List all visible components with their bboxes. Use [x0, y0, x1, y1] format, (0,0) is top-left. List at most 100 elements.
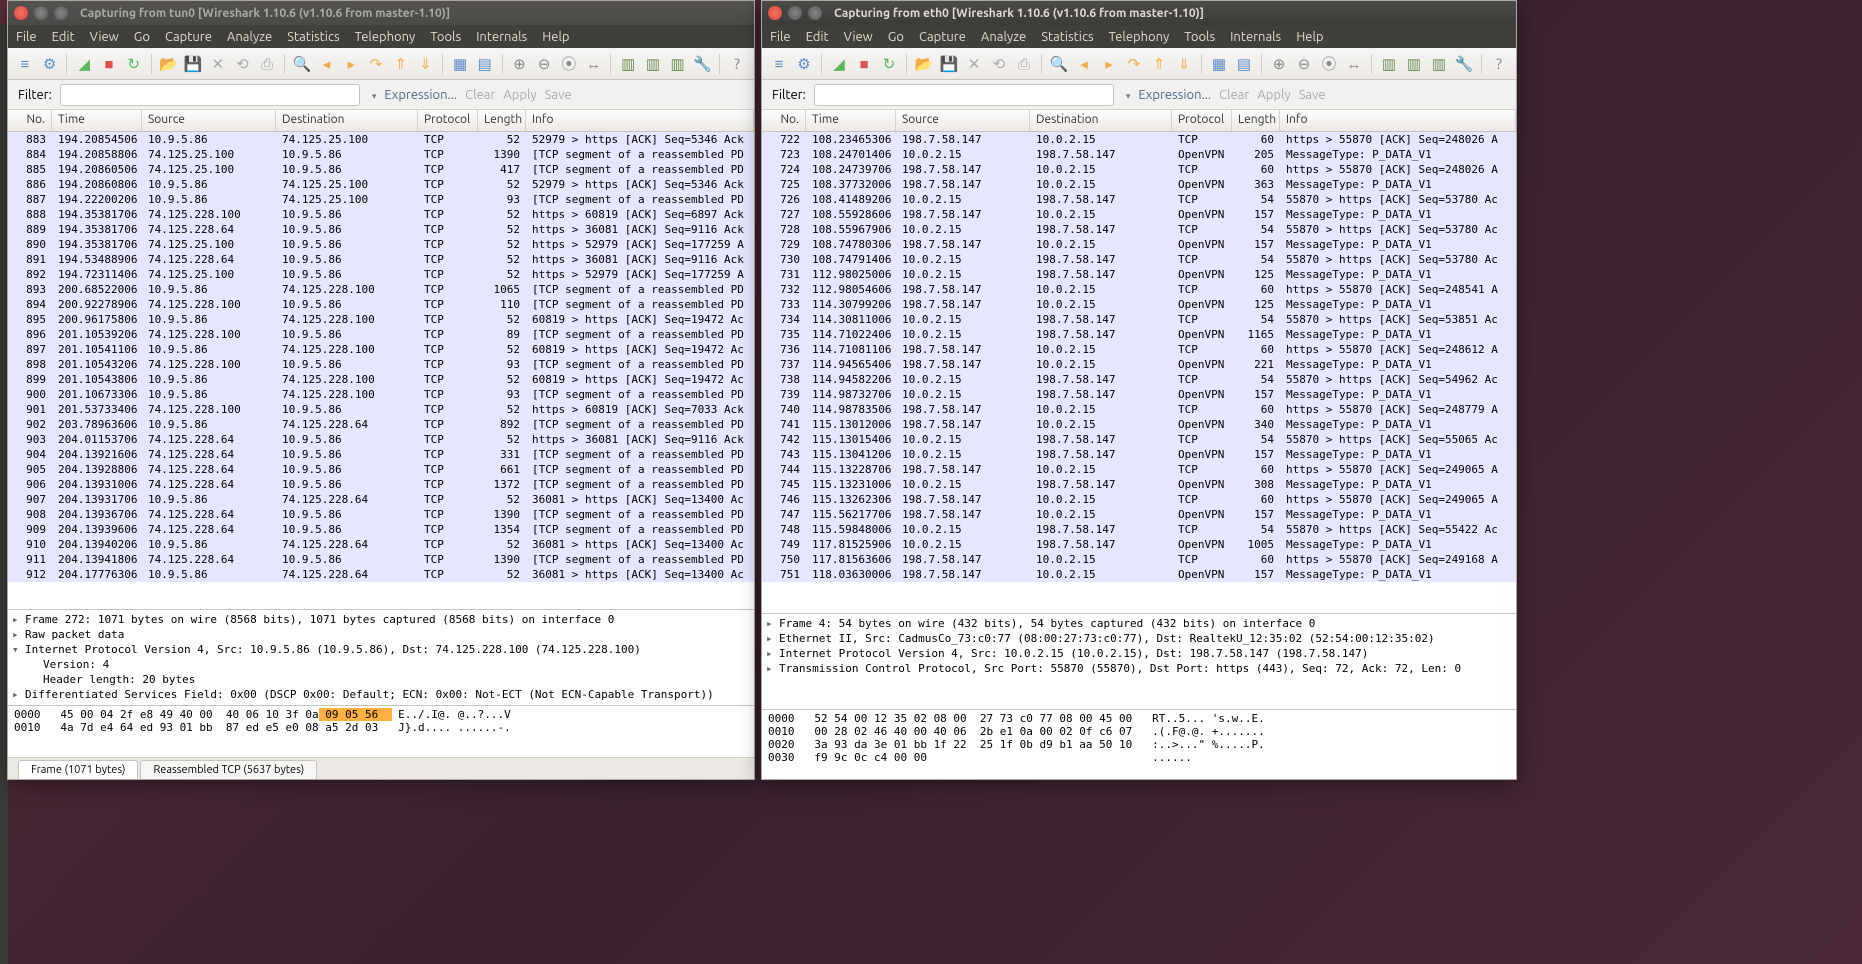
close-icon[interactable]	[14, 6, 28, 20]
packet-row[interactable]: 747115.56217706198.7.58.14710.0.2.15Open…	[762, 507, 1516, 522]
packet-row[interactable]: 889194.3538170674.125.228.6410.9.5.86TCP…	[8, 222, 754, 237]
packet-row[interactable]: 907204.1393170610.9.5.8674.125.228.64TCP…	[8, 492, 754, 507]
packet-row[interactable]: 895200.9617580610.9.5.8674.125.228.100TC…	[8, 312, 754, 327]
hex-view[interactable]: 0000 45 00 04 2f e8 49 40 00 40 06 10 3f…	[8, 705, 754, 757]
zoom-out-icon[interactable]: ⊖	[1293, 53, 1315, 75]
packet-row[interactable]: 905204.1392880674.125.228.6410.9.5.86TCP…	[8, 462, 754, 477]
packet-row[interactable]: 734114.3081100610.0.2.15198.7.58.147TCP5…	[762, 312, 1516, 327]
col-src[interactable]: Source	[896, 110, 1030, 131]
filter-dropdown-icon[interactable]	[368, 88, 377, 102]
packet-row[interactable]: 723108.2470140610.0.2.15198.7.58.147Open…	[762, 147, 1516, 162]
packet-row[interactable]: 890194.3538170674.125.25.10010.9.5.86TCP…	[8, 237, 754, 252]
packet-row[interactable]: 884194.2085880674.125.25.10010.9.5.86TCP…	[8, 147, 754, 162]
packet-row[interactable]: 738114.9458220610.0.2.15198.7.58.147TCP5…	[762, 372, 1516, 387]
minimize-icon[interactable]	[34, 6, 48, 20]
packet-row[interactable]: 888194.3538170674.125.228.10010.9.5.86TC…	[8, 207, 754, 222]
packet-row[interactable]: 749117.8152590610.0.2.15198.7.58.147Open…	[762, 537, 1516, 552]
packet-row[interactable]: 731112.9802500610.0.2.15198.7.58.147Open…	[762, 267, 1516, 282]
colorize-icon[interactable]: ▦	[449, 53, 471, 75]
packet-row[interactable]: 722108.23465306198.7.58.14710.0.2.15TCP6…	[762, 132, 1516, 147]
menu-file[interactable]: File	[16, 30, 37, 44]
packet-row[interactable]: 891194.5348890674.125.228.6410.9.5.86TCP…	[8, 252, 754, 267]
clear-link[interactable]: Clear	[465, 88, 495, 102]
packet-row[interactable]: 732112.98054606198.7.58.14710.0.2.15TCP6…	[762, 282, 1516, 297]
packet-row[interactable]: 899201.1054380610.9.5.8674.125.228.100TC…	[8, 372, 754, 387]
packet-row[interactable]: 745115.1323100610.0.2.15198.7.58.147Open…	[762, 477, 1516, 492]
menu-internals[interactable]: Internals	[1230, 30, 1281, 44]
goto-last-icon[interactable]: ⇓	[1173, 53, 1195, 75]
packet-row[interactable]: 726108.4148920610.0.2.15198.7.58.147TCP5…	[762, 192, 1516, 207]
detail-line[interactable]: Internet Protocol Version 4, Src: 10.0.2…	[762, 646, 1516, 661]
detail-line[interactable]: Ethernet II, Src: CadmusCo_73:c0:77 (08:…	[762, 631, 1516, 646]
col-len[interactable]: Length	[1232, 110, 1280, 131]
zoom-in-icon[interactable]: ⊕	[509, 53, 531, 75]
reload-icon[interactable]: ⟲	[232, 53, 254, 75]
packet-row[interactable]: 739114.9873270610.0.2.15198.7.58.147Open…	[762, 387, 1516, 402]
packet-row[interactable]: 887194.2220020610.9.5.8674.125.25.100TCP…	[8, 192, 754, 207]
list-capture-icon[interactable]: ≡	[768, 53, 790, 75]
open-icon[interactable]: 📂	[913, 53, 935, 75]
menu-go[interactable]: Go	[134, 30, 150, 44]
packet-row[interactable]: 729108.74780306198.7.58.14710.0.2.15Open…	[762, 237, 1516, 252]
col-dst[interactable]: Destination	[276, 110, 418, 131]
detail-line[interactable]: Frame 272: 1071 bytes on wire (8568 bits…	[8, 612, 754, 627]
help-icon[interactable]: ?	[1488, 53, 1510, 75]
packet-row[interactable]: 742115.1301540610.0.2.15198.7.58.147TCP5…	[762, 432, 1516, 447]
menu-go[interactable]: Go	[888, 30, 904, 44]
packet-row[interactable]: 904204.1392160674.125.228.6410.9.5.86TCP…	[8, 447, 754, 462]
packet-list[interactable]: 722108.23465306198.7.58.14710.0.2.15TCP6…	[762, 132, 1516, 613]
column-headers[interactable]: No. Time Source Destination Protocol Len…	[8, 110, 754, 132]
detail-line[interactable]: Version: 4	[8, 657, 754, 672]
display-filters-icon[interactable]: ▥	[642, 53, 664, 75]
menu-telephony[interactable]: Telephony	[1109, 30, 1170, 44]
packet-details[interactable]: Frame 272: 1071 bytes on wire (8568 bits…	[8, 609, 754, 705]
packet-row[interactable]: 893200.6852200610.9.5.8674.125.228.100TC…	[8, 282, 754, 297]
packet-row[interactable]: 902203.7896360610.9.5.8674.125.228.64TCP…	[8, 417, 754, 432]
menu-edit[interactable]: Edit	[806, 30, 829, 44]
col-proto[interactable]: Protocol	[418, 110, 478, 131]
menu-telephony[interactable]: Telephony	[355, 30, 416, 44]
menu-analyze[interactable]: Analyze	[981, 30, 1026, 44]
packet-row[interactable]: 725108.37732006198.7.58.14710.0.2.15Open…	[762, 177, 1516, 192]
titlebar[interactable]: Capturing from tun0 [Wireshark 1.10.6 (v…	[8, 1, 754, 25]
menu-internals[interactable]: Internals	[476, 30, 527, 44]
save-link[interactable]: Save	[1299, 88, 1326, 102]
filter-input[interactable]	[814, 84, 1114, 106]
goto-first-icon[interactable]: ⇑	[390, 53, 412, 75]
restart-icon[interactable]: ↻	[878, 53, 900, 75]
next-icon[interactable]: ▸	[340, 53, 362, 75]
packet-row[interactable]: 748115.5984800610.0.2.15198.7.58.147TCP5…	[762, 522, 1516, 537]
zoom-reset-icon[interactable]: ⦿	[558, 53, 580, 75]
detail-line[interactable]: Header length: 20 bytes	[8, 672, 754, 687]
col-no[interactable]: No.	[8, 110, 52, 131]
goto-last-icon[interactable]: ⇓	[415, 53, 437, 75]
tab-reassembled[interactable]: Reassembled TCP (5637 bytes)	[140, 760, 317, 779]
packet-row[interactable]: 908204.1393670674.125.228.6410.9.5.86TCP…	[8, 507, 754, 522]
menu-tools[interactable]: Tools	[430, 30, 461, 44]
save-icon[interactable]: 💾	[182, 53, 204, 75]
zoom-out-icon[interactable]: ⊖	[533, 53, 555, 75]
menu-file[interactable]: File	[770, 30, 791, 44]
menu-help[interactable]: Help	[1296, 30, 1323, 44]
packet-row[interactable]: 900201.1067330610.9.5.8674.125.228.100TC…	[8, 387, 754, 402]
menu-capture[interactable]: Capture	[165, 30, 212, 44]
menu-capture[interactable]: Capture	[919, 30, 966, 44]
packet-row[interactable]: 737114.94565406198.7.58.14710.0.2.15Open…	[762, 357, 1516, 372]
coloring-rules-icon[interactable]: ▥	[667, 53, 689, 75]
find-icon[interactable]: 🔍	[291, 53, 313, 75]
col-time[interactable]: Time	[806, 110, 896, 131]
packet-list[interactable]: 883194.2085450610.9.5.8674.125.25.100TCP…	[8, 132, 754, 609]
packet-details[interactable]: Frame 4: 54 bytes on wire (432 bits), 54…	[762, 613, 1516, 709]
prefs-icon[interactable]: 🔧	[1453, 53, 1475, 75]
packet-row[interactable]: 730108.7479140610.0.2.15198.7.58.147TCP5…	[762, 252, 1516, 267]
menu-edit[interactable]: Edit	[52, 30, 75, 44]
packet-row[interactable]: 911204.1394180674.125.228.6410.9.5.86TCP…	[8, 552, 754, 567]
menu-tools[interactable]: Tools	[1184, 30, 1215, 44]
print-icon[interactable]: ⎙	[1013, 53, 1035, 75]
packet-row[interactable]: 894200.9227890674.125.228.10010.9.5.86TC…	[8, 297, 754, 312]
options-icon[interactable]: ⚙	[793, 53, 815, 75]
print-icon[interactable]: ⎙	[256, 53, 278, 75]
titlebar[interactable]: Capturing from eth0 [Wireshark 1.10.6 (v…	[762, 1, 1516, 25]
capture-filters-icon[interactable]: ▥	[617, 53, 639, 75]
packet-row[interactable]: 741115.13012006198.7.58.14710.0.2.15Open…	[762, 417, 1516, 432]
